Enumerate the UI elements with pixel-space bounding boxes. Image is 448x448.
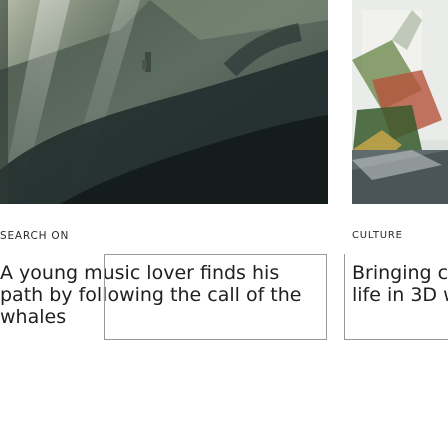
article-category: CULTURE bbox=[352, 230, 403, 241]
article-thumbnail[interactable] bbox=[352, 0, 448, 204]
article-card[interactable]: SEARCH ON A young music lover finds his … bbox=[0, 0, 328, 328]
focus-outline-line bbox=[344, 254, 345, 340]
article-headline[interactable]: A young music lover finds his path by fo… bbox=[0, 262, 326, 328]
article-headline[interactable]: Bringing ch life in 3D wi bbox=[352, 262, 448, 306]
focus-outline-line bbox=[104, 339, 326, 340]
article-carousel: SEARCH ON A young music lover finds his … bbox=[0, 0, 448, 448]
3d-scene-image bbox=[352, 0, 448, 204]
headline-line: life in 3D wi bbox=[352, 284, 448, 306]
focus-outline-line bbox=[344, 339, 448, 340]
article-card[interactable]: CULTURE Bringing ch life in 3D wi bbox=[352, 0, 448, 306]
article-thumbnail[interactable] bbox=[0, 0, 328, 204]
headline-line: Bringing ch bbox=[352, 262, 448, 284]
article-category: SEARCH ON bbox=[0, 230, 70, 242]
focus-outline-line bbox=[104, 254, 326, 255]
focus-outline-line bbox=[104, 254, 105, 340]
focus-outline-line bbox=[326, 254, 327, 340]
whale-ocean-image bbox=[0, 0, 328, 204]
